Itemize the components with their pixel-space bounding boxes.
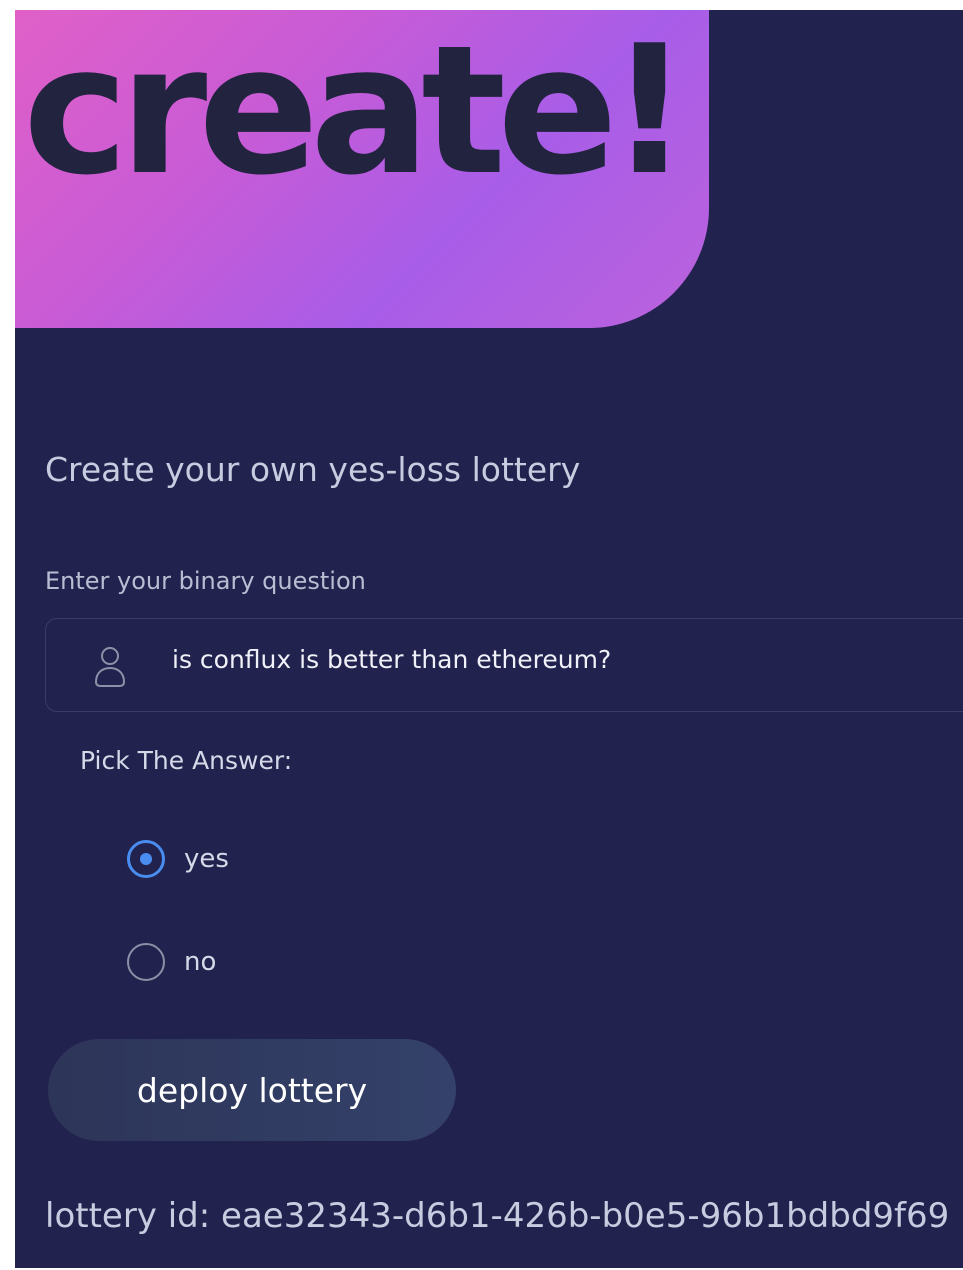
lottery-id-text: lottery id: eae32343-d6b1-426b-b0e5-96b1… <box>45 1196 950 1236</box>
hero-banner: create! <box>15 10 709 328</box>
deploy-lottery-button[interactable]: deploy lottery <box>48 1039 456 1141</box>
radio-unchecked-icon[interactable] <box>127 943 165 981</box>
answer-label: Pick The Answer: <box>80 746 293 775</box>
question-value[interactable]: is conflux is better than ethereum? <box>172 645 611 674</box>
hero-title: create! <box>23 10 690 214</box>
radio-checked-icon[interactable] <box>127 840 165 878</box>
question-label: Enter your binary question <box>45 567 366 595</box>
radio-option-no[interactable]: no <box>127 943 216 981</box>
user-icon <box>94 647 126 687</box>
page-subtitle: Create your own yes-loss lottery <box>45 450 581 489</box>
app-container: create! Create your own yes-loss lottery… <box>15 10 963 1268</box>
radio-label-no: no <box>184 947 217 977</box>
radio-label-yes: yes <box>184 844 229 874</box>
radio-option-yes[interactable]: yes <box>127 840 229 878</box>
question-input[interactable]: is conflux is better than ethereum? <box>45 618 963 712</box>
